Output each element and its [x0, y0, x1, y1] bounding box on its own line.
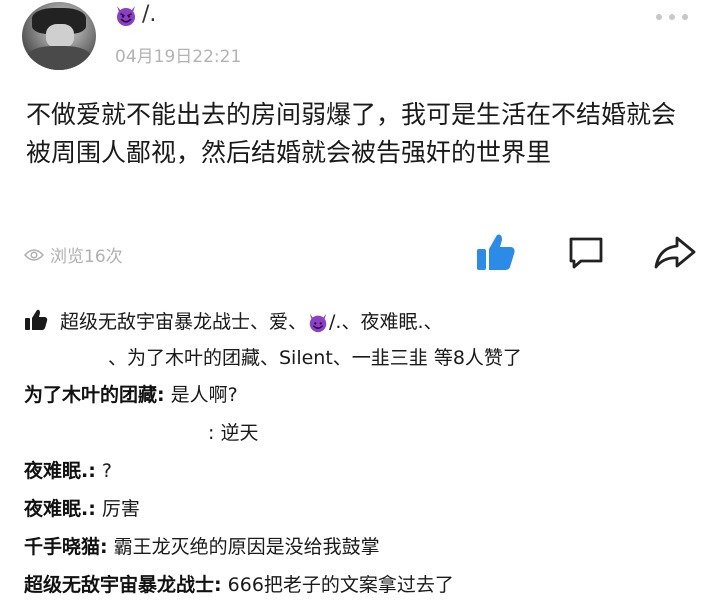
comment-text: ?	[95, 460, 112, 482]
comment-author[interactable]: 千手晓猫:	[24, 536, 108, 558]
comment-button[interactable]	[567, 236, 605, 270]
avatar-face	[46, 24, 74, 48]
likes-line-2: 、为了木叶的团藏、Silent、一韭三韭 等8人赞了	[108, 347, 522, 369]
comment-author[interactable]: 超级无敌宇宙暴龙战士:	[24, 574, 222, 596]
avatar[interactable]	[22, 2, 96, 70]
comment-item[interactable]: 超级无敌宇宙暴龙战士: 666把老子的文案拿过去了	[24, 570, 454, 597]
comment-text: 厉害	[95, 498, 140, 520]
avatar-cloak	[26, 46, 92, 70]
comment-text: : 逆天	[208, 422, 259, 444]
eye-icon	[24, 248, 44, 261]
more-dot	[682, 14, 688, 20]
comment-item[interactable]: 夜难眠.: ?	[24, 456, 112, 483]
comment-item[interactable]: 千手晓猫: 霸王龙灭绝的原因是没给我鼓掌	[24, 532, 380, 559]
likes-section: 超级无敌宇宙暴龙战士、爱、 /.、夜难眠.、 、为了木叶的团藏、Silent、一…	[24, 304, 704, 376]
view-count-label: 浏览16次	[50, 247, 123, 267]
view-count: 浏览16次	[24, 242, 123, 267]
comment-author[interactable]: 为了木叶的团藏:	[24, 384, 165, 406]
comment-item[interactable]: 为了木叶的团藏: 是人啊?	[24, 380, 238, 407]
comment-text: 霸王龙灭绝的原因是没给我鼓掌	[107, 536, 380, 558]
more-dot	[669, 14, 675, 20]
likers-text-2: /.、夜难眠.、	[329, 311, 443, 333]
comment-item[interactable]: : 逆天	[208, 418, 258, 445]
likers-text-1: 超级无敌宇宙暴龙战士、爱、	[60, 311, 308, 333]
post-timestamp: 04月19日22:21	[115, 47, 242, 67]
thumbs-up-icon	[25, 309, 48, 330]
smiling-devil-icon	[309, 313, 327, 333]
smiling-devil-icon	[117, 5, 135, 26]
comment-author[interactable]: 夜难眠.:	[24, 460, 96, 482]
like-button[interactable]	[475, 232, 517, 272]
likes-line-1: 超级无敌宇宙暴龙战士、爱、 /.、夜难眠.、	[24, 304, 704, 340]
more-dot	[656, 14, 662, 20]
username[interactable]: /.	[114, 2, 156, 27]
share-button[interactable]	[653, 234, 697, 272]
post-text: 不做爱就不能出去的房间弱爆了，我可是生活在不结婚就会被周围人鄙视，然后结婚就会被…	[26, 100, 677, 167]
more-options-icon[interactable]	[656, 14, 688, 20]
comment-text: 666把老子的文案拿过去了	[221, 574, 454, 596]
comment-author[interactable]: 夜难眠.:	[24, 498, 96, 520]
comment-item[interactable]: 夜难眠.: 厉害	[24, 494, 140, 521]
comment-text: 是人啊?	[164, 384, 238, 406]
username-suffix: /.	[142, 2, 157, 27]
